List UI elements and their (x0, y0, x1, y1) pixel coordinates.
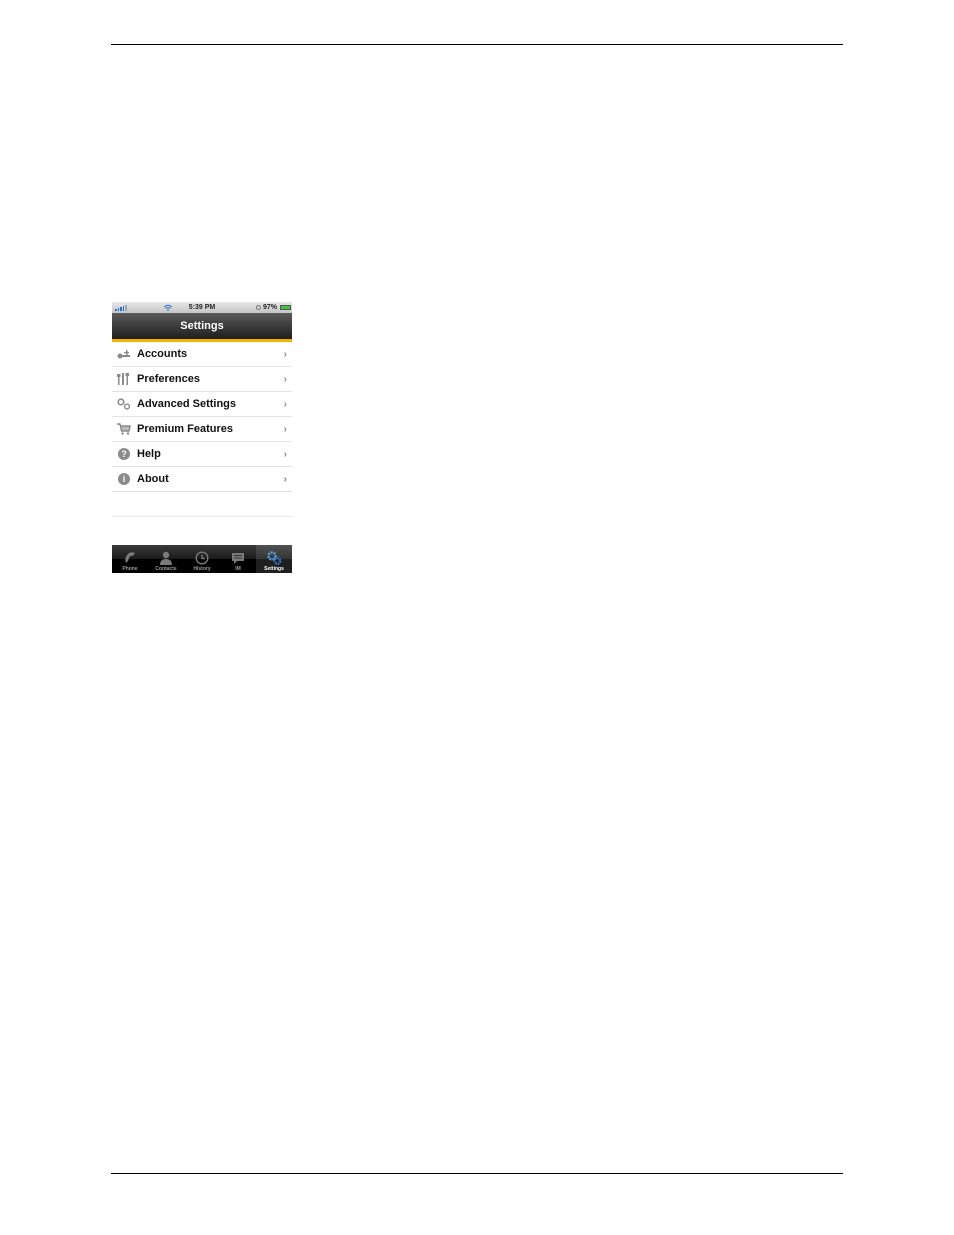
menu-item-advanced-settings[interactable]: Advanced Settings › (112, 392, 292, 417)
tab-bar: Phone Contacts History IM Settings (112, 545, 292, 573)
tab-label: Settings (264, 566, 284, 572)
contacts-icon (158, 550, 174, 566)
tab-phone[interactable]: Phone (112, 545, 148, 573)
chevron-right-icon: › (283, 373, 287, 385)
menu-item-about[interactable]: i About › (112, 467, 292, 492)
chevron-right-icon: › (283, 398, 287, 410)
tab-contacts[interactable]: Contacts (148, 545, 184, 573)
menu-item-preferences[interactable]: Preferences › (112, 367, 292, 392)
menu-item-label: About (137, 473, 169, 485)
accounts-icon (117, 347, 131, 361)
page-footer-rule (111, 1173, 843, 1174)
chevron-right-icon: › (283, 473, 287, 485)
info-icon: i (117, 472, 131, 486)
phone-screenshot: 5:39 PM 97% Settings Accounts › Preferen… (112, 302, 292, 573)
menu-item-label: Help (137, 448, 161, 460)
phone-icon (122, 550, 138, 566)
tab-label: Phone (122, 566, 138, 572)
preferences-icon (117, 372, 131, 386)
chevron-right-icon: › (283, 348, 287, 360)
page-header-rule (111, 44, 843, 45)
menu-item-label: Preferences (137, 373, 200, 385)
battery-percent: 97% (262, 304, 277, 311)
menu-item-label: Advanced Settings (137, 398, 237, 410)
tab-settings[interactable]: Settings (256, 545, 292, 573)
menu-item-help[interactable]: ? Help › (112, 442, 292, 467)
wifi-icon (163, 304, 172, 311)
tab-im[interactable]: IM (220, 545, 256, 573)
empty-row (112, 492, 292, 517)
history-icon (194, 550, 210, 566)
chevron-right-icon: › (283, 423, 287, 435)
status-bar: 5:39 PM 97% (112, 302, 292, 313)
nav-bar: Settings (112, 313, 292, 342)
tab-label: History (193, 566, 211, 572)
page-title: Settings (180, 320, 224, 332)
settings-icon (266, 550, 282, 566)
tab-history[interactable]: History (184, 545, 220, 573)
tab-label: Contacts (155, 566, 177, 572)
signal-icon (115, 304, 127, 311)
chevron-right-icon: › (283, 448, 287, 460)
menu-item-label: Premium Features (137, 423, 233, 435)
battery-icon (280, 305, 291, 310)
rotation-lock-icon (255, 305, 261, 310)
menu-item-accounts[interactable]: Accounts › (112, 342, 292, 367)
settings-menu: Accounts › Preferences › Advanced Settin… (112, 342, 292, 517)
gears-icon (117, 397, 131, 411)
menu-item-label: Accounts (137, 348, 188, 360)
cart-icon (117, 422, 131, 436)
im-icon (230, 550, 246, 566)
menu-item-premium-features[interactable]: Premium Features › (112, 417, 292, 442)
tab-label: IM (235, 566, 241, 572)
help-icon: ? (117, 447, 131, 461)
